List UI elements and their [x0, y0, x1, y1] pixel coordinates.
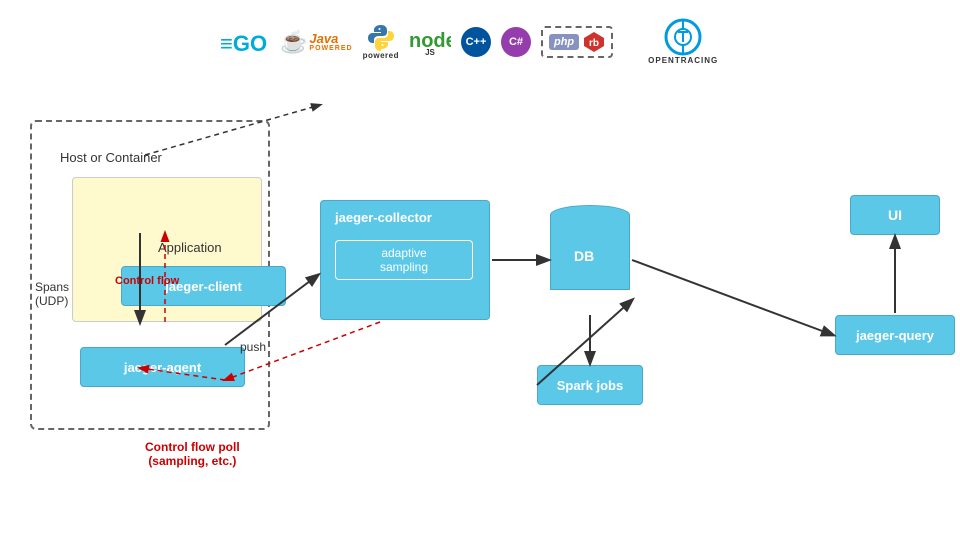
svg-text:rb: rb: [589, 38, 599, 49]
java-logo: ☕ Java POWERED: [280, 29, 353, 55]
php-ruby-box: php rb: [541, 26, 613, 58]
collector-label: jaeger-collector: [335, 210, 432, 225]
jaeger-agent-box: jaeger-agent: [80, 347, 245, 387]
jaeger-query-box: jaeger-query: [835, 315, 955, 355]
spark-jobs-box: Spark jobs: [537, 365, 643, 405]
application-box: Application jaeger-client: [72, 177, 262, 322]
cpp-logo: C++: [461, 27, 491, 57]
node-logo: node JS: [409, 26, 451, 57]
push-label: push: [240, 340, 266, 354]
adaptive-sampling-box: adaptive sampling: [335, 240, 473, 280]
ui-box: UI: [850, 195, 940, 235]
opentracing-logo: OPENTRACING: [648, 18, 718, 65]
csharp-logo: C#: [501, 27, 531, 57]
host-label: Host or Container: [60, 150, 162, 165]
svg-text:≡GO: ≡GO: [220, 31, 267, 56]
opentracing-label: OPENTRACING: [648, 56, 718, 65]
go-logo: ≡GO: [220, 27, 270, 57]
app-label: Application: [158, 240, 222, 255]
control-flow-label: Control flow: [115, 275, 179, 287]
php-badge: php: [549, 34, 579, 50]
architecture-diagram: Host or Container Application jaeger-cli…: [10, 100, 950, 530]
db-label: DB: [574, 248, 594, 264]
poll-label: Control flow poll (sampling, etc.): [145, 440, 240, 468]
logo-bar: ≡GO ☕ Java POWERED powered node JS: [220, 18, 718, 65]
python-logo: powered: [363, 23, 399, 60]
spans-label: Spans (UDP): [35, 280, 69, 308]
